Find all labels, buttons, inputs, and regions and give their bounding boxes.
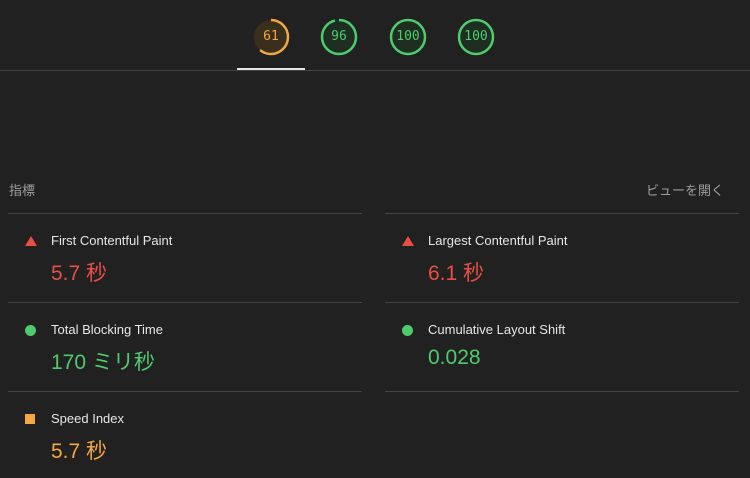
average-square-icon bbox=[25, 414, 36, 425]
score-gauge-accessibility[interactable]: 96 bbox=[320, 18, 358, 56]
expand-view-toggle[interactable]: ビューを開く bbox=[646, 180, 724, 199]
pass-circle-icon bbox=[25, 325, 36, 336]
fail-triangle-icon bbox=[402, 236, 414, 247]
pass-circle-icon bbox=[402, 325, 413, 336]
metric-value: 0.028 bbox=[428, 346, 481, 369]
gauge-score: 100 bbox=[396, 29, 420, 44]
metric-value: 170 ミリ秒 bbox=[51, 351, 155, 374]
metrics-column-right: Largest Contentful Paint 6.1 秒 Cumulativ… bbox=[385, 213, 739, 392]
metric-value: 6.1 秒 bbox=[428, 262, 485, 285]
metric-value: 5.7 秒 bbox=[51, 440, 108, 463]
metric-label: First Contentful Paint bbox=[51, 233, 173, 248]
metric-cumulative-layout-shift: Cumulative Layout Shift 0.028 bbox=[385, 302, 739, 392]
score-gauge-best-practices[interactable]: 100 bbox=[389, 18, 427, 56]
score-gauge-seo[interactable]: 100 bbox=[457, 18, 495, 56]
gauge-score: 61 bbox=[263, 29, 279, 44]
score-gauge-performance[interactable]: 61 bbox=[252, 18, 290, 56]
score-gauges-bar: 61 96 100 100 bbox=[0, 0, 750, 71]
metric-speed-index: Speed Index 5.7 秒 bbox=[8, 391, 362, 478]
metric-total-blocking-time: Total Blocking Time 170 ミリ秒 bbox=[8, 302, 362, 391]
metrics-column-left: First Contentful Paint 5.7 秒 Total Block… bbox=[8, 213, 362, 478]
metric-label: Cumulative Layout Shift bbox=[428, 322, 566, 337]
metric-first-contentful-paint: First Contentful Paint 5.7 秒 bbox=[8, 213, 362, 302]
gauge-score: 100 bbox=[464, 29, 488, 44]
active-tab-indicator bbox=[237, 68, 305, 70]
metric-value: 5.7 秒 bbox=[51, 262, 108, 285]
lighthouse-report: 61 96 100 100 指標 ビューを開く First Contentful… bbox=[0, 0, 750, 478]
gauge-score: 96 bbox=[331, 29, 347, 44]
metric-largest-contentful-paint: Largest Contentful Paint 6.1 秒 bbox=[385, 213, 739, 302]
metric-label: Speed Index bbox=[51, 411, 125, 426]
metrics-section-title: 指標 bbox=[9, 183, 36, 198]
metric-label: Largest Contentful Paint bbox=[428, 233, 568, 248]
metric-label: Total Blocking Time bbox=[51, 322, 163, 337]
fail-triangle-icon bbox=[25, 236, 37, 247]
